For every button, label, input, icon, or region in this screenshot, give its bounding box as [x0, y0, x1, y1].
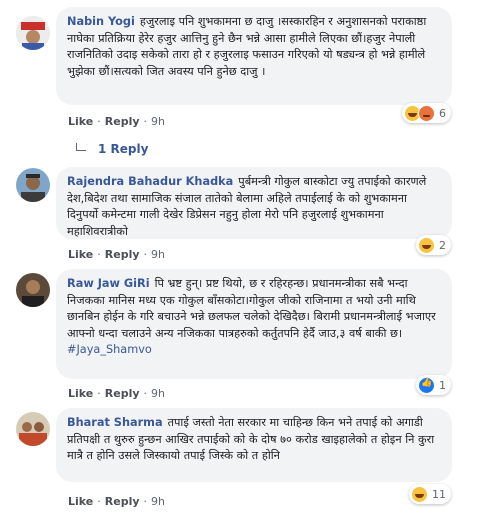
- comment-bubble: Nabin Yogi हजुरलाइ पनि शुभकामना छ दाजु ।स…: [56, 7, 452, 105]
- comment-author[interactable]: Bharat Sharma: [67, 416, 163, 429]
- reaction-count: 1: [439, 378, 446, 392]
- comment-actions: Like · Reply · 9h: [68, 387, 165, 400]
- like-button[interactable]: Like: [68, 387, 93, 400]
- avatar-image-icon: [16, 412, 50, 446]
- timestamp[interactable]: 9h: [151, 248, 165, 261]
- view-replies-link[interactable]: 1 Reply: [76, 142, 148, 156]
- timestamp[interactable]: 9h: [151, 495, 165, 508]
- reaction-count: 2: [439, 238, 446, 252]
- haha-icon: [418, 236, 435, 254]
- replies-count: 1 Reply: [98, 142, 149, 156]
- like-icon: [418, 376, 435, 394]
- comment-actions: Like · Reply · 9h: [68, 495, 165, 508]
- reaction-summary[interactable]: 1: [416, 375, 451, 395]
- comment-author[interactable]: Nabin Yogi: [67, 15, 135, 28]
- like-button[interactable]: Like: [68, 495, 93, 508]
- avatar[interactable]: [16, 16, 50, 50]
- comment-bubble: Raw Jaw GiRi पि भ्रष्ट हुन्। प्रष्ट थियो,…: [56, 269, 452, 379]
- like-button[interactable]: Like: [68, 115, 93, 128]
- comment-author[interactable]: Rajendra Bahadur Khadka: [67, 175, 233, 188]
- timestamp[interactable]: 9h: [151, 115, 165, 128]
- reaction-summary[interactable]: 11: [409, 484, 451, 504]
- like-button[interactable]: Like: [68, 248, 93, 261]
- reply-arrow-icon: [76, 143, 86, 151]
- reaction-summary[interactable]: 2: [416, 235, 451, 255]
- comment-author[interactable]: Raw Jaw GiRi: [67, 277, 150, 290]
- reaction-summary[interactable]: 6: [402, 103, 451, 123]
- avatar-image-icon: [16, 168, 50, 202]
- avatar[interactable]: [16, 412, 50, 446]
- hashtag-link[interactable]: #Jaya_Shamvo: [67, 342, 441, 359]
- reply-button[interactable]: Reply: [105, 387, 140, 400]
- comment-actions: Like · Reply · 9h: [68, 115, 165, 128]
- reply-button[interactable]: Reply: [105, 248, 140, 261]
- reply-button[interactable]: Reply: [105, 495, 140, 508]
- timestamp[interactable]: 9h: [151, 387, 165, 400]
- haha-icon: [411, 485, 428, 503]
- comment-bubble: Bharat Sharma तपाई जस्तो नेता सरकार मा चा…: [56, 408, 452, 482]
- avatar[interactable]: [16, 168, 50, 202]
- reaction-count: 6: [439, 106, 446, 120]
- comment-bubble: Rajendra Bahadur Khadka पुर्बमन्त्री गोकु…: [56, 167, 452, 239]
- avatar-image-icon: [16, 16, 50, 50]
- angry-icon: [418, 104, 435, 122]
- avatar-image-icon: [16, 273, 50, 307]
- comment-actions: Like · Reply · 9h: [68, 248, 165, 261]
- reaction-count: 11: [432, 487, 446, 501]
- avatar[interactable]: [16, 273, 50, 307]
- reply-button[interactable]: Reply: [105, 115, 140, 128]
